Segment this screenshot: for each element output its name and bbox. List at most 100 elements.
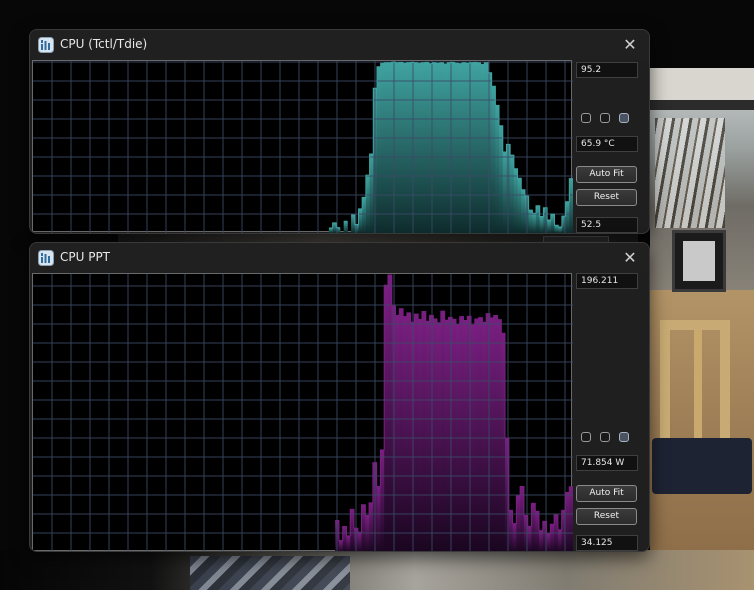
window-title: CPU PPT [60, 250, 111, 264]
current-value-field: 71.854 W [576, 455, 638, 471]
data-bar [482, 322, 487, 551]
data-bar [388, 62, 393, 233]
reset-button[interactable]: Reset [576, 189, 637, 206]
data-bar [465, 63, 470, 233]
data-bar [387, 275, 393, 551]
data-bar [459, 316, 464, 551]
data-bar [539, 530, 544, 551]
option-3-checkbox[interactable] [619, 432, 629, 442]
close-button[interactable]: ✕ [617, 33, 643, 57]
data-bar [569, 486, 573, 551]
cpu-ppt-graph-window[interactable]: CPU PPT ✕ 196.211 71.854 W Auto Fit Rese… [29, 242, 650, 552]
background-floor [0, 550, 754, 590]
titlebar[interactable]: CPU PPT ✕ [30, 243, 649, 273]
option-2-checkbox[interactable] [600, 113, 610, 123]
max-value-field[interactable]: 196.211 [576, 273, 638, 289]
background-chair-slat [694, 330, 702, 450]
titlebar[interactable]: CPU (Tctl/Tdie) ✕ [30, 30, 649, 60]
data-bar [328, 228, 333, 233]
data-bar [546, 533, 551, 551]
data-bar [421, 311, 427, 551]
background-window-bar [650, 100, 754, 110]
data-bar [380, 63, 385, 233]
graph-app-icon [38, 250, 54, 266]
view-options [581, 113, 633, 125]
data-bar [432, 62, 437, 233]
data-bar [565, 201, 570, 233]
data-bar [425, 321, 430, 551]
data-bar [399, 308, 404, 551]
data-bar [417, 63, 422, 233]
data-bar [403, 316, 408, 551]
data-bar [532, 213, 537, 233]
data-bar [384, 62, 389, 233]
data-bar [338, 540, 344, 551]
data-bar [516, 495, 521, 551]
option-1-checkbox[interactable] [581, 113, 591, 123]
min-value-field[interactable]: 52.5 [576, 217, 638, 233]
power-plot[interactable] [32, 273, 573, 551]
data-bar [478, 317, 483, 551]
data-bar [473, 62, 478, 233]
data-bar [414, 314, 419, 551]
option-1-checkbox[interactable] [581, 432, 591, 442]
window-title: CPU (Tctl/Tdie) [60, 37, 148, 51]
data-bar [358, 208, 363, 233]
temperature-plot[interactable] [32, 60, 573, 233]
data-bar [406, 62, 411, 233]
data-bar [440, 311, 446, 551]
data-bar [421, 62, 426, 233]
data-bar [346, 535, 351, 551]
data-bar [439, 62, 444, 233]
data-bar [550, 524, 555, 551]
option-3-checkbox[interactable] [619, 113, 629, 123]
auto-fit-button[interactable]: Auto Fit [576, 166, 637, 183]
background-cushion [652, 438, 752, 494]
close-icon: ✕ [623, 248, 637, 267]
data-bar [454, 63, 459, 233]
data-bar [418, 319, 423, 551]
data-bar [376, 486, 381, 551]
background-picture-frame [672, 230, 726, 292]
data-bar [462, 62, 467, 233]
data-bar [444, 320, 449, 551]
data-bar [437, 322, 442, 551]
data-bar [450, 62, 456, 233]
data-bar [569, 178, 573, 233]
data-bar [376, 66, 382, 233]
data-bar [357, 532, 362, 551]
data-bar [425, 62, 430, 233]
data-bar [512, 523, 517, 551]
data-bar [365, 515, 370, 551]
data-bar [463, 320, 468, 551]
data-bar [493, 315, 498, 551]
data-bar [436, 63, 441, 233]
data-bar [497, 319, 502, 551]
auto-fit-button[interactable]: Auto Fit [576, 485, 637, 502]
data-bar [547, 220, 552, 233]
data-bar [402, 63, 407, 233]
data-bar [489, 317, 495, 551]
data-bar [433, 318, 438, 551]
max-value-field[interactable]: 95.2 [576, 62, 638, 78]
data-bar [380, 449, 385, 551]
data-bar [502, 151, 507, 233]
data-bar [480, 64, 485, 233]
data-bar [362, 197, 367, 233]
data-bar [486, 313, 491, 551]
background-trees [655, 118, 725, 228]
data-bar [448, 317, 453, 551]
data-bar [399, 62, 404, 233]
data-bar [558, 226, 563, 233]
cpu-temp-graph-window[interactable]: CPU (Tctl/Tdie) ✕ 95.2 65.9 °C Auto Fit … [29, 29, 650, 234]
data-bar [484, 62, 489, 233]
close-button[interactable]: ✕ [617, 246, 643, 270]
data-bar [471, 325, 476, 551]
reset-button[interactable]: Reset [576, 508, 637, 525]
min-value-field[interactable]: 34.125 [576, 535, 638, 551]
data-bar [410, 62, 415, 233]
graph-app-icon [38, 37, 54, 53]
data-bar [365, 175, 370, 233]
option-2-checkbox[interactable] [600, 432, 610, 442]
data-bar [343, 221, 348, 233]
